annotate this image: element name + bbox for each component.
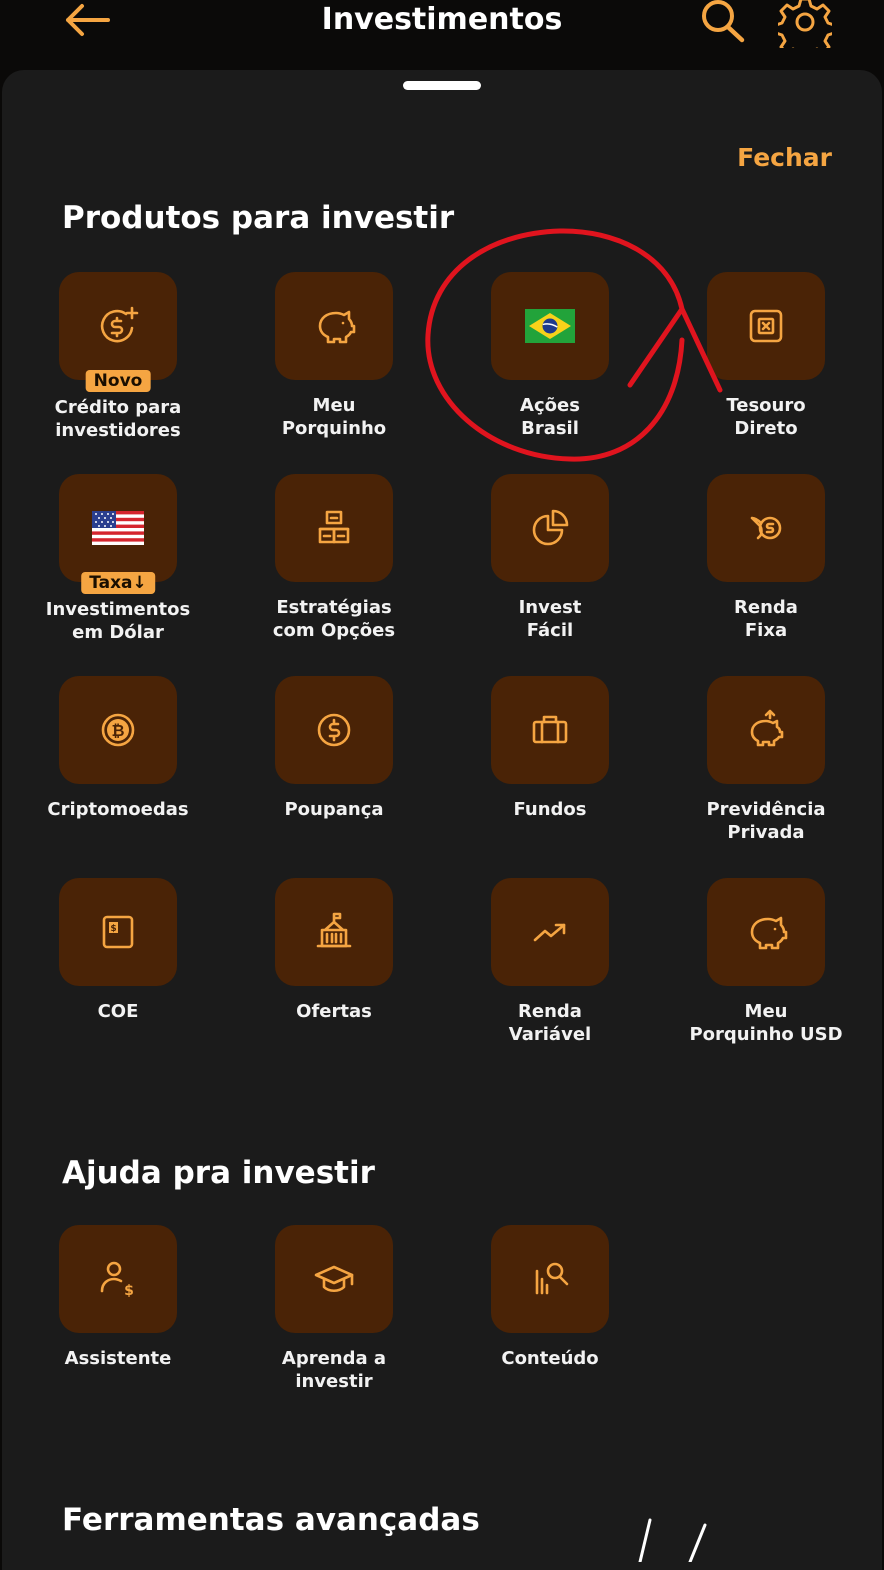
product-renda-variavel[interactable]: Renda Variável [442,878,658,1046]
blocks-icon [318,510,350,544]
page-title: Investimentos [321,2,563,37]
product-label: Renda Variável [508,1001,592,1045]
product-label: Investimentos em Dólar [45,599,191,643]
product-credito-para-investidores[interactable]: Novo Crédito para investidores [10,272,226,442]
help-conteudo[interactable]: Conteúdo [442,1225,658,1370]
product-label: Ações Brasil [520,395,580,439]
product-acoes-brasil[interactable]: Ações Brasil [442,272,658,440]
product-label: Criptomoedas [47,799,189,820]
dollar-card-icon: $ [102,915,134,949]
search-icon[interactable] [698,0,748,44]
svg-text:$: $ [110,924,116,934]
product-label: Ofertas [296,1001,372,1022]
product-label: Previdência Privada [706,799,826,843]
graduation-cap-icon [314,1265,354,1293]
product-label: Crédito para investidores [54,397,182,441]
product-label: Tesouro Direto [726,395,806,439]
product-ofertas[interactable]: Ofertas [226,878,442,1023]
usa-flag-icon [92,511,144,545]
pie-chart-icon [532,509,569,546]
dollar-plus-icon [100,306,139,343]
bitcoin-icon: ₿ [101,713,135,747]
building-flag-icon [316,912,352,948]
close-button[interactable]: Fechar [737,143,832,172]
product-meu-porquinho[interactable]: Meu Porquinho [226,272,442,440]
piggy-arrow-icon [750,709,784,747]
help-aprenda-a-investir[interactable]: Aprenda a investir [226,1225,442,1393]
chart-search-icon [535,1262,569,1295]
product-previdencia-privada[interactable]: Previdência Privada [658,676,874,844]
product-label: Meu Porquinho USD [689,1001,843,1045]
hand-coin-icon [750,516,782,540]
product-label: Fundos [513,799,587,820]
badge-novo: Novo [85,370,151,392]
product-meu-porquinho-usd[interactable]: Meu Porquinho USD [658,878,874,1046]
trend-up-icon [533,923,566,942]
help-label: Aprenda a investir [281,1348,387,1392]
section-title-products: Produtos para investir [62,200,455,236]
person-dollar-icon: $ [100,1261,134,1299]
product-criptomoedas[interactable]: ₿ Criptomoedas [10,676,226,821]
help-label: Assistente [64,1348,172,1369]
product-coe[interactable]: $ COE [10,878,226,1023]
product-label: Renda Fixa [734,597,798,641]
badge-taxa: Taxa↓ [81,572,155,594]
top-bar: Investimentos [0,0,884,70]
product-renda-fixa[interactable]: Renda Fixa [658,474,874,642]
sheet-drag-handle[interactable] [403,81,481,90]
product-label: COE [97,1001,139,1022]
product-label: Estratégias com Opções [272,597,396,641]
help-label: Conteúdo [501,1348,599,1369]
gear-icon[interactable] [778,0,832,48]
piggy-bank-icon [318,310,356,344]
product-label: Invest Fácil [518,597,582,641]
piggy-usd-icon [750,916,788,950]
svg-text:₿: ₿ [111,721,124,740]
product-investimentos-em-dolar[interactable]: Taxa↓ Investimentos em Dólar [10,474,226,644]
section-title-tools: Ferramentas avançadas [62,1502,480,1538]
section-title-help: Ajuda pra investir [62,1155,375,1191]
product-tesouro-direto[interactable]: Tesouro Direto [658,272,874,440]
product-invest-facil[interactable]: Invest Fácil [442,474,658,642]
briefcase-icon [532,715,568,744]
safe-icon [749,309,783,343]
product-fundos[interactable]: Fundos [442,676,658,821]
product-label: Meu Porquinho [281,395,387,439]
scribble-mark [638,1518,707,1562]
product-label: Poupança [284,799,384,820]
help-assistente[interactable]: $ Assistente [10,1225,226,1370]
product-poupanca[interactable]: Poupança [226,676,442,821]
dollar-coin-icon [317,713,351,747]
svg-text:$: $ [124,1283,134,1299]
product-estrategias-com-opcoes[interactable]: Estratégias com Opções [226,474,442,642]
brazil-flag-icon [525,309,575,343]
